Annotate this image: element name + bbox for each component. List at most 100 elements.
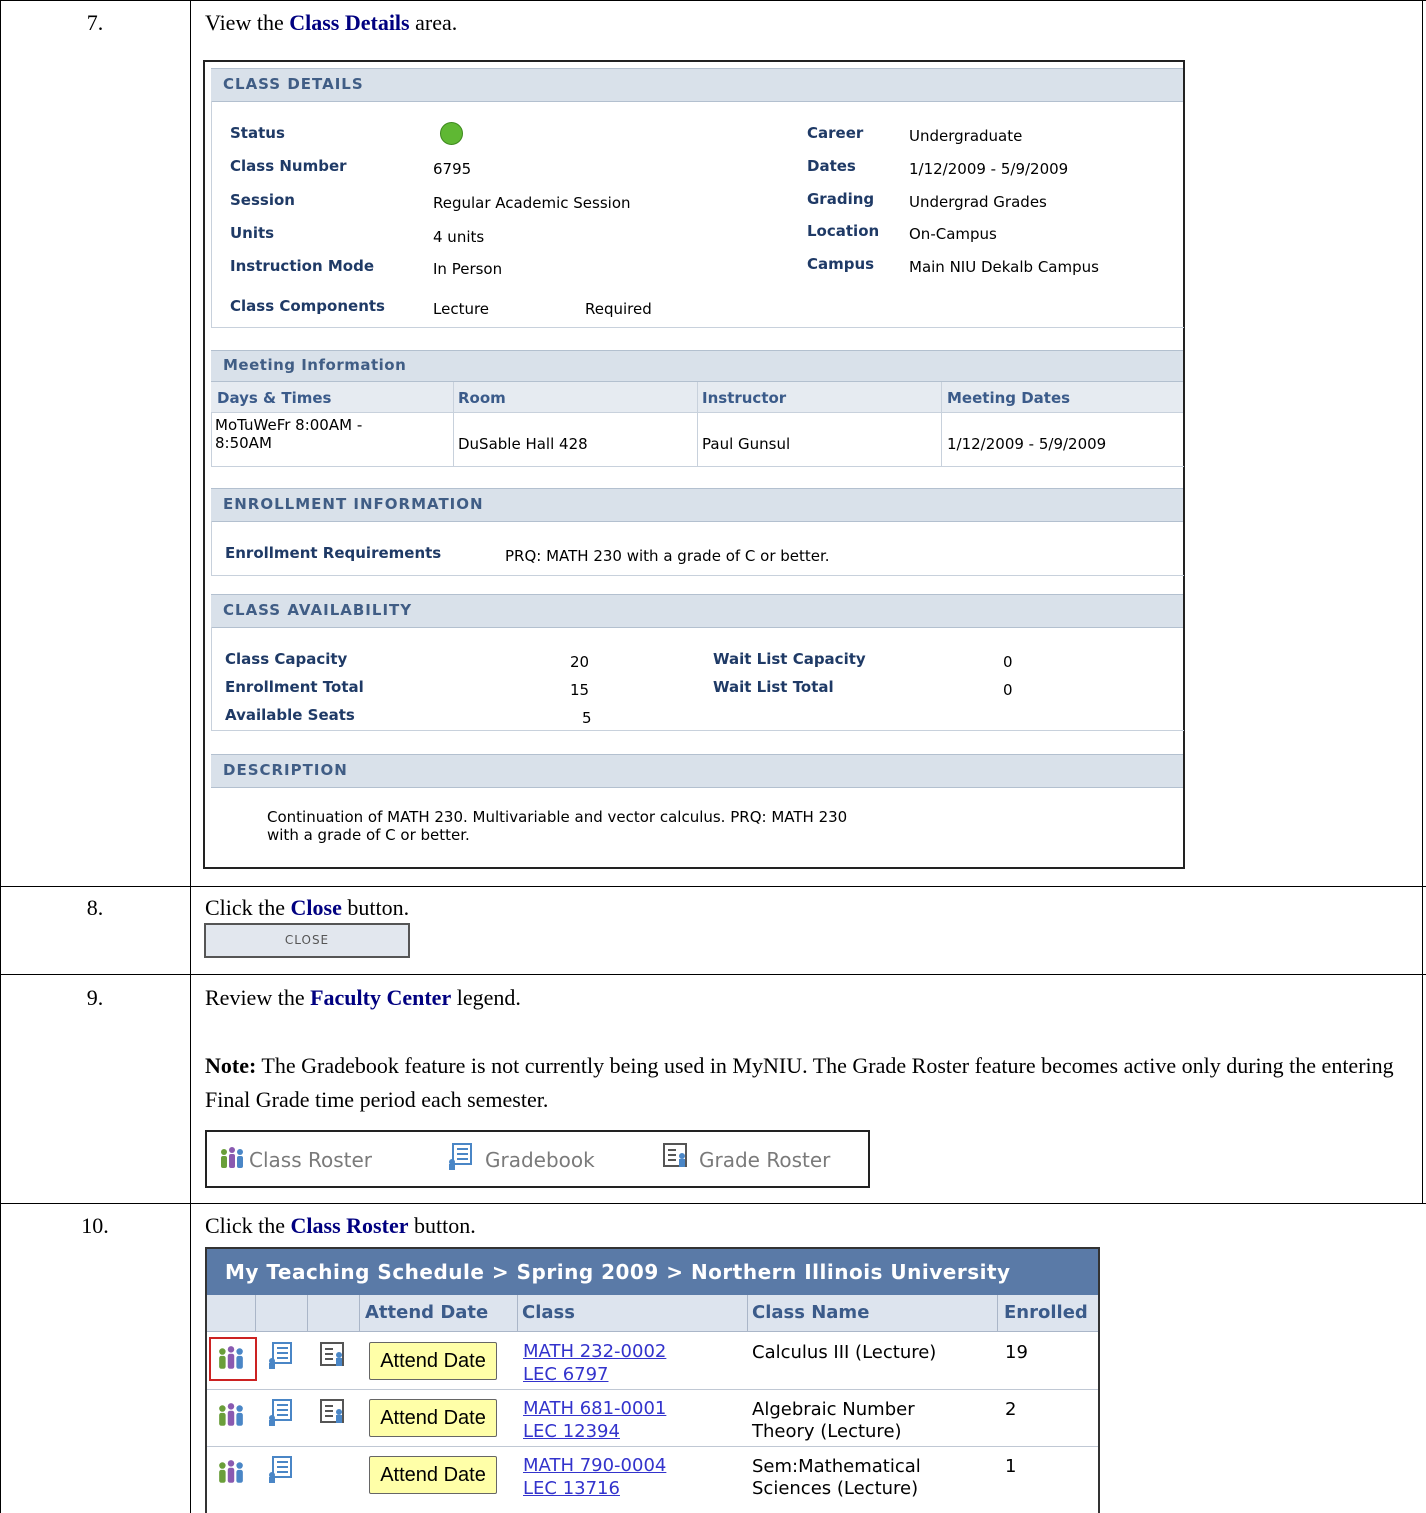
enrollment-req-label: Enrollment Requirements: [225, 544, 442, 562]
attend-date-button[interactable]: Attend Date: [369, 1456, 497, 1494]
class-roster-icon[interactable]: [217, 1345, 245, 1371]
description-header: DESCRIPTION: [211, 754, 1183, 788]
gradebook-icon[interactable]: [267, 1398, 293, 1426]
attend-date-button[interactable]: Attend Date: [369, 1399, 497, 1437]
class-details-body: [211, 101, 1184, 328]
meeting-days-times: MoTuWeFr 8:00AM -8:50AM: [215, 416, 363, 452]
step-instruction: Review the Faculty Center legend.: [205, 985, 521, 1010]
table-border: [1422, 0, 1423, 1204]
col-divider: [359, 1295, 360, 1331]
class-availability-header: CLASS AVAILABILITY: [211, 594, 1183, 628]
table-border: [0, 1203, 1426, 1204]
class-section-link[interactable]: MATH 232-0002: [523, 1341, 666, 1362]
attend-date-button[interactable]: Attend Date: [369, 1342, 497, 1380]
enrolled-count: 2: [1005, 1399, 1017, 1420]
class-roster-icon[interactable]: [217, 1459, 245, 1485]
close-button[interactable]: CLOSE: [204, 923, 410, 958]
schedule-header-row: Attend Date Class Class Name Enrolled: [207, 1295, 1098, 1332]
campus-label: Campus: [807, 255, 875, 273]
col-divider: [255, 1295, 256, 1331]
grade-roster-icon: [663, 1143, 687, 1167]
gradebook-icon[interactable]: [267, 1455, 293, 1483]
class-roster-icon: [221, 1147, 243, 1168]
row-divider: [207, 1389, 1098, 1390]
step-number: 9.: [86, 985, 104, 1010]
col-room: Room: [458, 389, 506, 407]
status-open-icon: [440, 122, 463, 145]
col-divider: [997, 1295, 998, 1331]
col-divider: [747, 1295, 748, 1331]
class-number-link[interactable]: LEC 12394: [523, 1421, 620, 1442]
units-value: 4 units: [433, 228, 485, 246]
class-number-label: Class Number: [230, 157, 347, 175]
gradebook-icon: [449, 1143, 472, 1170]
legend-gradebook: Gradebook: [485, 1148, 595, 1172]
row-divider: [207, 1446, 1098, 1447]
instruction-mode-value: In Person: [433, 260, 503, 278]
table-border: [0, 886, 1426, 887]
class-capacity-label: Class Capacity: [225, 650, 348, 668]
session-label: Session: [230, 191, 295, 209]
enrollment-info-header: ENROLLMENT INFORMATION: [211, 488, 1183, 522]
session-value: Regular Academic Session: [433, 194, 631, 212]
note-text: Note: The Gradebook feature is not curre…: [205, 1053, 1394, 1112]
dates-label: Dates: [807, 157, 856, 175]
meeting-info-header: Meeting Information: [211, 350, 1183, 382]
class-number-link[interactable]: LEC 6797: [523, 1364, 609, 1385]
table-border: [0, 974, 1426, 975]
step-number: 10.: [81, 1213, 109, 1238]
wait-list-capacity-label: Wait List Capacity: [713, 650, 866, 668]
enrollment-total-value: 15: [570, 681, 590, 699]
status-label: Status: [230, 124, 285, 142]
gradebook-icon[interactable]: [267, 1341, 293, 1369]
class-section-link[interactable]: MATH 681-0001: [523, 1398, 666, 1419]
col-days-times: Days & Times: [217, 389, 332, 407]
location-value: On-Campus: [909, 225, 997, 243]
career-label: Career: [807, 124, 864, 142]
campus-value: Main NIU Dekalb Campus: [909, 258, 1099, 276]
legend-grade-roster: Grade Roster: [699, 1148, 831, 1172]
col-divider: [517, 1295, 518, 1331]
col-class-name: Class Name: [752, 1302, 870, 1323]
enrolled-count: 1: [1005, 1456, 1017, 1477]
col-class: Class: [522, 1302, 575, 1323]
col-divider: [307, 1295, 308, 1331]
enrollment-total-label: Enrollment Total: [225, 678, 364, 696]
class-number-link[interactable]: LEC 13716: [523, 1478, 620, 1499]
class-details-panel: CLASS DETAILS Status Class Number 6795 S…: [203, 60, 1185, 869]
grade-roster-icon[interactable]: [319, 1341, 347, 1369]
meeting-dates: 1/12/2009 - 5/9/2009: [947, 435, 1107, 453]
class-number-value: 6795: [433, 160, 472, 178]
col-meeting-dates: Meeting Dates: [947, 389, 1071, 407]
component-required: Required: [585, 300, 652, 318]
class-components-label: Class Components: [230, 297, 385, 315]
col-enrolled: Enrolled: [1004, 1302, 1088, 1323]
class-capacity-value: 20: [570, 653, 590, 671]
class-roster-icon[interactable]: [217, 1402, 245, 1428]
units-label: Units: [230, 224, 275, 242]
class-name: Algebraic Number Theory (Lecture): [752, 1399, 915, 1442]
col-attend-date: Attend Date: [365, 1302, 489, 1323]
enrollment-req-value: PRQ: MATH 230 with a grade of C or bette…: [505, 547, 830, 565]
wait-list-total-label: Wait List Total: [713, 678, 834, 696]
table-border: [0, 0, 1, 1513]
class-section-link[interactable]: MATH 790-0004: [523, 1455, 666, 1476]
description-text: Continuation of MATH 230. Multivariable …: [267, 808, 848, 844]
grading-value: Undergrad Grades: [909, 193, 1047, 211]
class-details-header: CLASS DETAILS: [211, 68, 1183, 102]
step-number: 8.: [86, 895, 104, 920]
wait-list-capacity-value: 0: [1003, 653, 1013, 671]
grade-roster-icon[interactable]: [319, 1398, 347, 1426]
available-seats-value: 5: [582, 709, 592, 727]
career-value: Undergraduate: [909, 127, 1023, 145]
col-instructor: Instructor: [702, 389, 787, 407]
step-instruction: Click the Class Roster button.: [205, 1213, 476, 1238]
grading-label: Grading: [807, 190, 875, 208]
class-name: Calculus III (Lecture): [752, 1342, 937, 1363]
schedule-title-bar: My Teaching Schedule > Spring 2009 > Nor…: [207, 1249, 1098, 1295]
table-border: [0, 0, 1426, 1]
available-seats-label: Available Seats: [225, 706, 355, 724]
component-type: Lecture: [433, 300, 490, 318]
class-name: Sem:Mathematical Sciences (Lecture): [752, 1456, 921, 1499]
legend-class-roster: Class Roster: [249, 1148, 372, 1172]
